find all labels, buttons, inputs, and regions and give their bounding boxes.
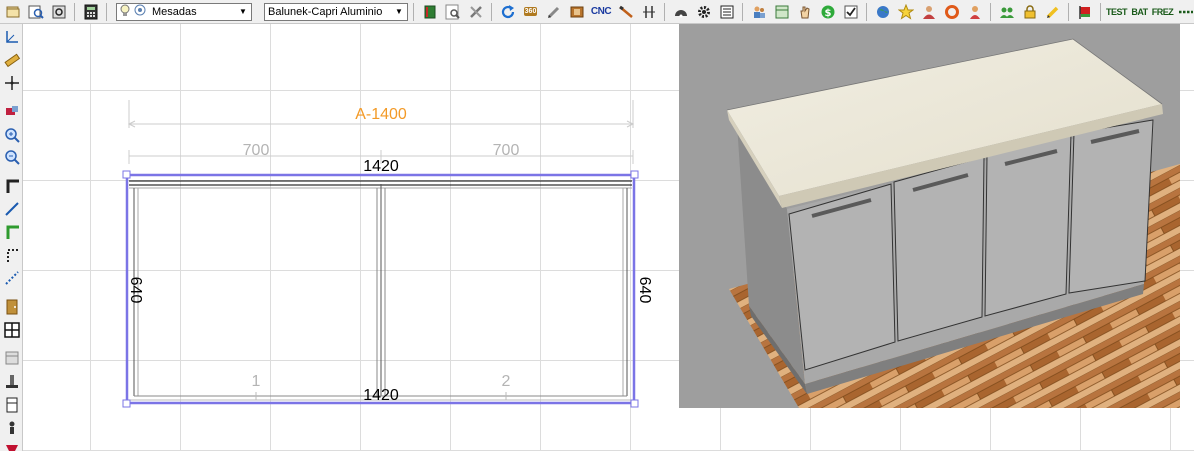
split-icon[interactable] — [638, 1, 659, 22]
book-icon[interactable] — [419, 1, 440, 22]
segment-dim-1: 700 — [243, 142, 270, 159]
app-window: Mesadas ▼ Balunek-Capri Aluminio ▼ 360 C… — [0, 0, 1194, 451]
line-tool-icon[interactable] — [1, 198, 22, 219]
zoom-document-icon[interactable] — [442, 1, 463, 22]
toolbar-separator — [990, 2, 991, 21]
star-icon[interactable] — [895, 1, 916, 22]
figure-icon[interactable] — [1, 417, 22, 438]
stand-icon[interactable] — [1, 370, 22, 391]
toolbar-separator — [106, 2, 107, 21]
chevron-down-icon[interactable]: ▼ — [393, 4, 405, 20]
module-number-1: 1 — [252, 373, 261, 390]
overall-dimension-label: A-1400 — [355, 106, 407, 123]
chevron-down-icon[interactable]: ▼ — [237, 4, 249, 20]
material-select[interactable]: Balunek-Capri Aluminio ▼ — [264, 2, 408, 21]
bat-button[interactable]: BAT — [1129, 1, 1150, 22]
countertop-plan[interactable] — [125, 173, 636, 405]
test-button[interactable]: TEST — [1106, 1, 1128, 22]
measure-icon[interactable] — [670, 1, 691, 22]
user-icon[interactable] — [918, 1, 939, 22]
highlighter-icon[interactable] — [1042, 1, 1063, 22]
zoom-in-icon[interactable] — [1, 124, 22, 145]
checkbox-icon[interactable] — [840, 1, 861, 22]
dashed-line-icon[interactable] — [1, 267, 22, 288]
dotted-wall-icon[interactable] — [1, 244, 22, 265]
toolbar-separator — [742, 2, 743, 21]
toolbar-separator — [664, 2, 665, 21]
grid-window-icon[interactable] — [1, 319, 22, 340]
dollar-icon[interactable]: $ — [817, 1, 838, 22]
list-icon[interactable] — [716, 1, 737, 22]
svg-text:$: $ — [824, 8, 831, 19]
main-toolbar: Mesadas ▼ Balunek-Capri Aluminio ▼ 360 C… — [0, 0, 1194, 24]
cnc-button[interactable]: CNC — [589, 1, 613, 22]
plan-drawing[interactable]: A-1400 700 700 1420 1 2 1420 640 640 — [23, 24, 679, 451]
crosshair-icon[interactable] — [1, 72, 22, 93]
overall-dimension: A-1400 — [127, 100, 635, 128]
window-icon[interactable] — [771, 1, 792, 22]
preview-icon[interactable] — [25, 1, 46, 22]
dotted-line-icon[interactable] — [1175, 1, 1194, 22]
lock-icon[interactable] — [1019, 1, 1040, 22]
person-icon[interactable] — [964, 1, 985, 22]
users-icon[interactable] — [748, 1, 769, 22]
toolbar-separator — [74, 2, 75, 21]
room-select-value: Mesadas — [152, 5, 197, 18]
tools-icon[interactable] — [465, 1, 486, 22]
frez-button[interactable]: FREZ — [1152, 1, 1174, 22]
green-wall-icon[interactable] — [1, 221, 22, 242]
left-depth-label: 640 — [127, 277, 144, 304]
segment-dim-2: 700 — [493, 142, 520, 159]
cabinet-icon[interactable] — [1, 347, 22, 368]
zoom-out-icon[interactable] — [1, 146, 22, 167]
3d-view[interactable] — [679, 24, 1180, 408]
paint-icon[interactable] — [1, 100, 22, 121]
corner-wall-icon[interactable] — [1, 175, 22, 196]
frame-icon[interactable] — [566, 1, 587, 22]
pencil-icon[interactable] — [543, 1, 564, 22]
group-icon[interactable] — [996, 1, 1017, 22]
left-toolbar — [0, 24, 23, 451]
material-select-value: Balunek-Capri Aluminio — [268, 5, 383, 18]
lightbulb-icon — [120, 4, 130, 20]
toolbar-separator — [1100, 2, 1101, 21]
refresh-icon[interactable] — [497, 1, 518, 22]
red-tool-icon[interactable] — [1, 440, 22, 451]
toolbar-separator — [491, 2, 492, 21]
toolbar-separator — [413, 2, 414, 21]
rotate-360-button[interactable]: 360 — [520, 1, 541, 22]
right-depth-label: 640 — [636, 277, 653, 304]
module-number-2: 2 — [502, 373, 511, 390]
saw-icon[interactable] — [615, 1, 636, 22]
asterisk-icon — [134, 4, 146, 19]
axis-icon[interactable] — [1, 26, 22, 47]
bottom-width-label: 1420 — [363, 387, 399, 404]
top-width-label: 1420 — [363, 158, 399, 175]
room-select[interactable]: Mesadas ▼ — [116, 2, 252, 21]
toolbar-separator — [866, 2, 867, 21]
flag-icon[interactable] — [1074, 1, 1095, 22]
tall-cabinet-icon[interactable] — [1, 394, 22, 415]
door-icon[interactable] — [1, 296, 22, 317]
print-preview-icon[interactable] — [48, 1, 69, 22]
calculator-icon[interactable] — [80, 1, 101, 22]
toolbar-separator — [1068, 2, 1069, 21]
rotate-360-label: 360 — [523, 7, 538, 16]
ruler-icon[interactable] — [1, 49, 22, 70]
hand-icon[interactable] — [794, 1, 815, 22]
gear-icon[interactable] — [693, 1, 714, 22]
open-file-icon[interactable] — [2, 1, 23, 22]
lifebuoy-icon[interactable] — [941, 1, 962, 22]
globe-icon[interactable] — [872, 1, 893, 22]
